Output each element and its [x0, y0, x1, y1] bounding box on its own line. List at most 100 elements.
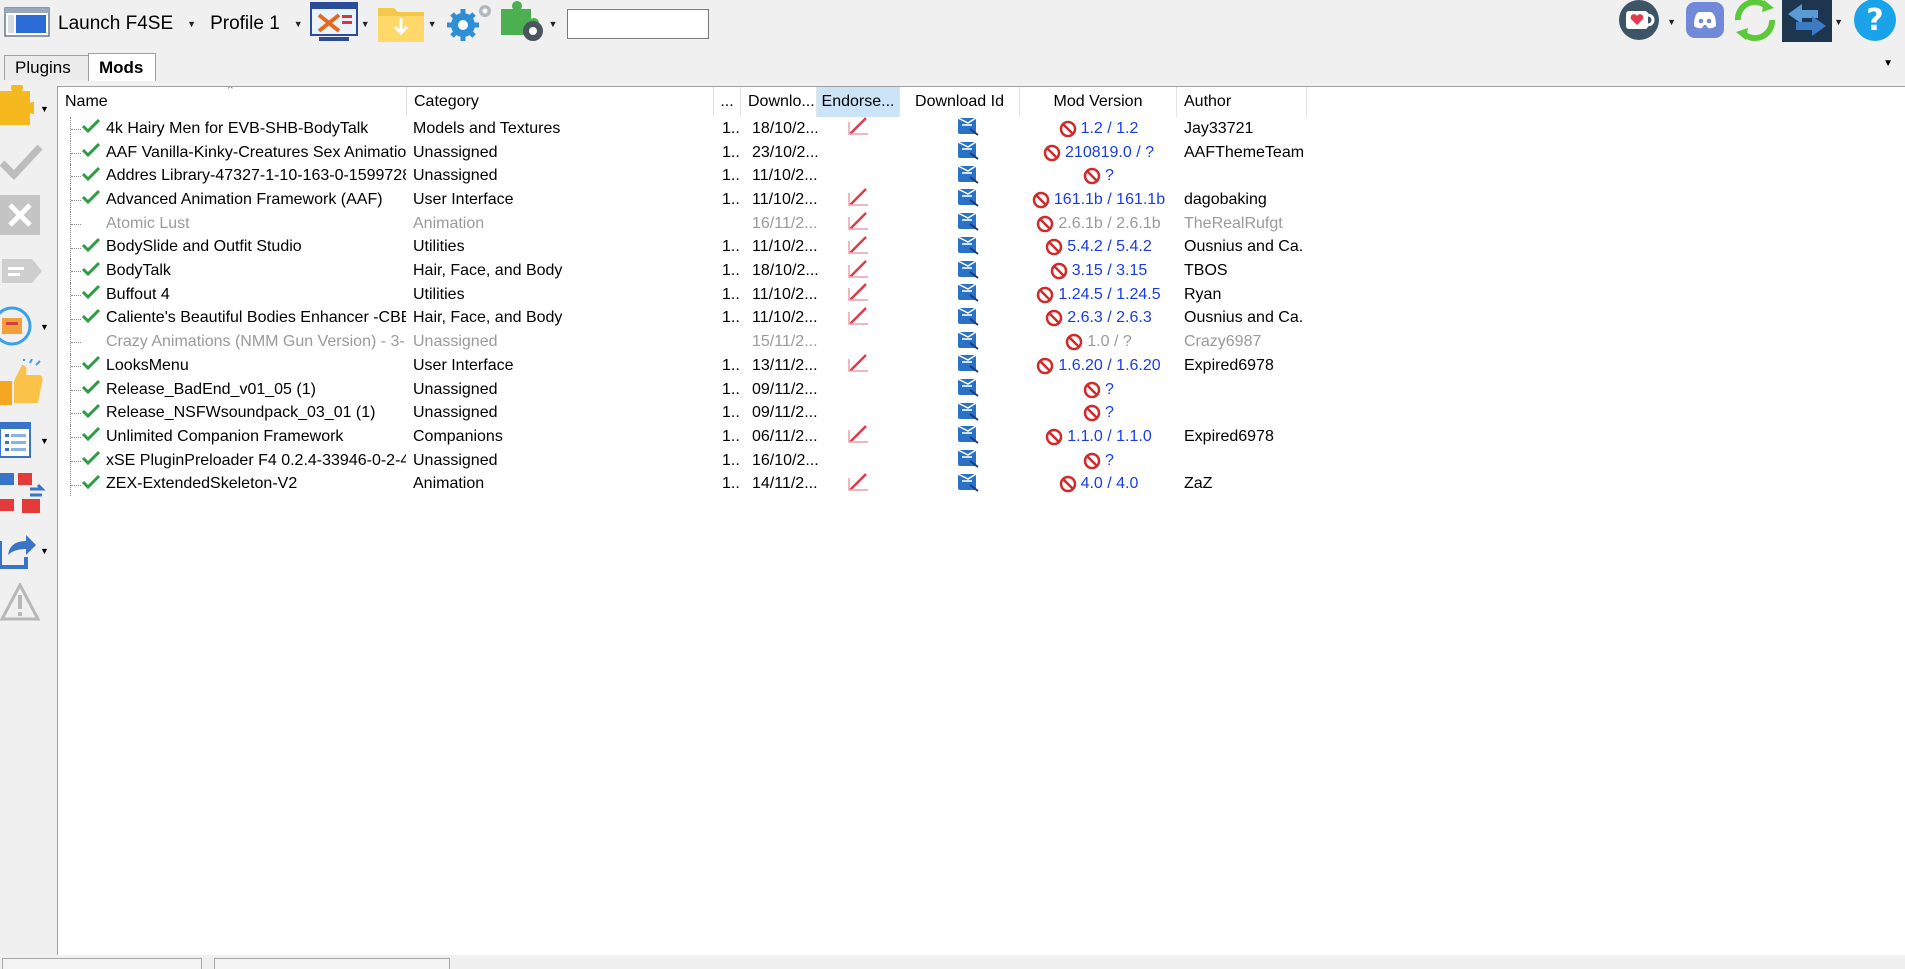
- download-id-cell[interactable]: [956, 401, 984, 425]
- endorse-cell[interactable]: [847, 378, 875, 402]
- transfer-arrows-icon[interactable]: [1782, 0, 1833, 46]
- download-id-cell[interactable]: [956, 330, 984, 354]
- enabled-checkbox[interactable]: [82, 141, 102, 165]
- update-refresh-icon[interactable]: [1728, 0, 1782, 48]
- patreon-coffee-icon[interactable]: [1613, 0, 1665, 46]
- column-header-mod-version[interactable]: Mod Version: [1020, 87, 1177, 117]
- table-row[interactable]: BodyTalk Hair, Face, and Body 1... 18/10/2.…: [58, 259, 1905, 283]
- enabled-checkbox[interactable]: [82, 259, 102, 283]
- enabled-checkbox[interactable]: [82, 473, 102, 497]
- column-header-download-id[interactable]: Download Id: [900, 87, 1020, 117]
- enabled-checkbox[interactable]: [82, 449, 102, 473]
- column-header-download-date[interactable]: Downlo...: [741, 87, 817, 117]
- settings-gear-icon[interactable]: [443, 1, 495, 47]
- update-dropdown-caret[interactable]: ▼: [40, 322, 49, 332]
- sidebar-endorse[interactable]: [0, 357, 56, 410]
- endorse-cell[interactable]: [847, 472, 875, 497]
- enabled-checkbox[interactable]: [82, 283, 102, 307]
- sidebar-check-updates[interactable]: ▼: [0, 302, 56, 352]
- table-row[interactable]: Advanced Animation Framework (AAF) User I…: [58, 188, 1905, 212]
- sidebar-categories[interactable]: [0, 470, 56, 520]
- export-dropdown-caret[interactable]: ▼: [40, 546, 49, 556]
- endorse-cell[interactable]: [847, 188, 875, 212]
- enabled-checkbox[interactable]: [82, 330, 102, 354]
- download-id-cell[interactable]: [956, 212, 984, 236]
- tab-mods[interactable]: Mods: [88, 53, 156, 81]
- endorse-cell[interactable]: [847, 330, 875, 354]
- plugins-puzzle-gear-icon[interactable]: [495, 1, 547, 47]
- table-row[interactable]: Release_NSFWsoundpack_03_01 (1) Unassigne…: [58, 401, 1905, 426]
- plugins-dropdown-caret[interactable]: ▼: [549, 19, 558, 29]
- column-header-name[interactable]: Name ^: [58, 87, 407, 117]
- download-id-cell[interactable]: [956, 354, 984, 378]
- download-folder-icon[interactable]: [376, 0, 426, 48]
- sidebar-list-view[interactable]: ▼: [0, 416, 56, 466]
- download-id-cell[interactable]: [956, 425, 984, 449]
- endorse-cell[interactable]: [847, 283, 875, 307]
- table-row[interactable]: 4k Hairy Men for EVB-SHB-BodyTalk Models …: [58, 117, 1905, 141]
- table-row[interactable]: LooksMenu User Interface 1... 13/11/2... 1.6…: [58, 354, 1905, 378]
- table-row[interactable]: Atomic Lust Animation 16/11/2... 2.6.1b / 2…: [58, 211, 1905, 236]
- table-row[interactable]: BodySlide and Outfit Studio Utilities 1...…: [58, 235, 1905, 260]
- sidebar-enable-all[interactable]: [0, 138, 56, 188]
- column-header-priority[interactable]: ...: [714, 87, 741, 117]
- enabled-checkbox[interactable]: [82, 212, 102, 236]
- download-id-cell[interactable]: [956, 236, 984, 260]
- endorse-cell[interactable]: [847, 141, 875, 165]
- endorse-cell[interactable]: [847, 164, 875, 188]
- endorse-cell[interactable]: [847, 401, 875, 425]
- download-id-cell[interactable]: [956, 283, 984, 307]
- launch-button[interactable]: Launch F4SE: [4, 2, 173, 46]
- download-id-cell[interactable]: [956, 307, 984, 331]
- sidebar-notes[interactable]: [0, 248, 56, 298]
- table-row[interactable]: Unlimited Companion Framework Companions 1…: [58, 425, 1905, 449]
- download-id-cell[interactable]: [956, 259, 984, 283]
- sidebar-problems[interactable]: [0, 580, 56, 630]
- launch-dropdown-caret[interactable]: ▼: [187, 19, 196, 29]
- enabled-checkbox[interactable]: [82, 354, 102, 378]
- enabled-checkbox[interactable]: [82, 236, 102, 260]
- endorse-cell[interactable]: [847, 235, 875, 260]
- endorse-cell[interactable]: [847, 449, 875, 473]
- tools-icon[interactable]: [309, 1, 359, 47]
- filter-search-input[interactable]: [567, 9, 710, 39]
- endorse-cell[interactable]: [847, 425, 875, 449]
- download-id-cell[interactable]: [956, 164, 984, 188]
- add-mod-dropdown-caret[interactable]: ▼: [40, 104, 49, 114]
- column-header-author[interactable]: Author: [1177, 87, 1307, 117]
- endorse-cell[interactable]: [847, 259, 875, 283]
- list-view-dropdown-caret[interactable]: ▼: [40, 436, 49, 446]
- table-row[interactable]: xSE PluginPreloader F4 0.2.4-33946-0-2-4…: [58, 448, 1905, 473]
- enabled-checkbox[interactable]: [82, 117, 102, 141]
- table-row[interactable]: Crazy Animations (NMM Gun Version) - 3-1…: [58, 330, 1905, 354]
- sidebar-export[interactable]: ▼: [0, 526, 56, 576]
- support-dropdown-caret[interactable]: ▼: [1667, 17, 1676, 27]
- help-question-icon[interactable]: ?: [1849, 0, 1901, 47]
- column-header-category[interactable]: Category: [407, 87, 714, 117]
- endorse-cell[interactable]: [847, 117, 875, 141]
- enabled-checkbox[interactable]: [82, 425, 102, 449]
- bottom-tab-1[interactable]: [2, 958, 202, 969]
- tools-dropdown-caret[interactable]: ▼: [361, 19, 370, 29]
- endorse-cell[interactable]: [847, 354, 875, 378]
- enabled-checkbox[interactable]: [82, 164, 102, 188]
- sidebar-disable-all[interactable]: [0, 192, 56, 242]
- table-row[interactable]: Addres Library-47327-1-10-163-0-1599728.…: [58, 164, 1905, 189]
- download-id-cell[interactable]: [956, 117, 984, 141]
- enabled-checkbox[interactable]: [82, 401, 102, 425]
- download-id-cell[interactable]: [956, 378, 984, 402]
- profile-selector[interactable]: Profile 1: [210, 2, 280, 46]
- tab-plugins[interactable]: Plugins: [4, 55, 90, 80]
- download-id-cell[interactable]: [956, 188, 984, 212]
- sidebar-add-mod[interactable]: ▼: [0, 81, 56, 134]
- enabled-checkbox[interactable]: [82, 378, 102, 402]
- download-id-cell[interactable]: [956, 473, 984, 497]
- endorse-cell[interactable]: [847, 212, 875, 236]
- bottom-tab-2[interactable]: [214, 958, 450, 969]
- folder-dropdown-caret[interactable]: ▼: [428, 19, 437, 29]
- tab-list-dropdown-icon[interactable]: ▼: [1883, 58, 1893, 69]
- table-row[interactable]: Release_BadEnd_v01_05 (1) Unassigned 1... 0…: [58, 377, 1905, 402]
- download-id-cell[interactable]: [956, 449, 984, 473]
- table-row[interactable]: Buffout 4 Utilities 1... 11/10/2... 1.24.5 /…: [58, 282, 1905, 307]
- discord-icon[interactable]: [1682, 0, 1728, 46]
